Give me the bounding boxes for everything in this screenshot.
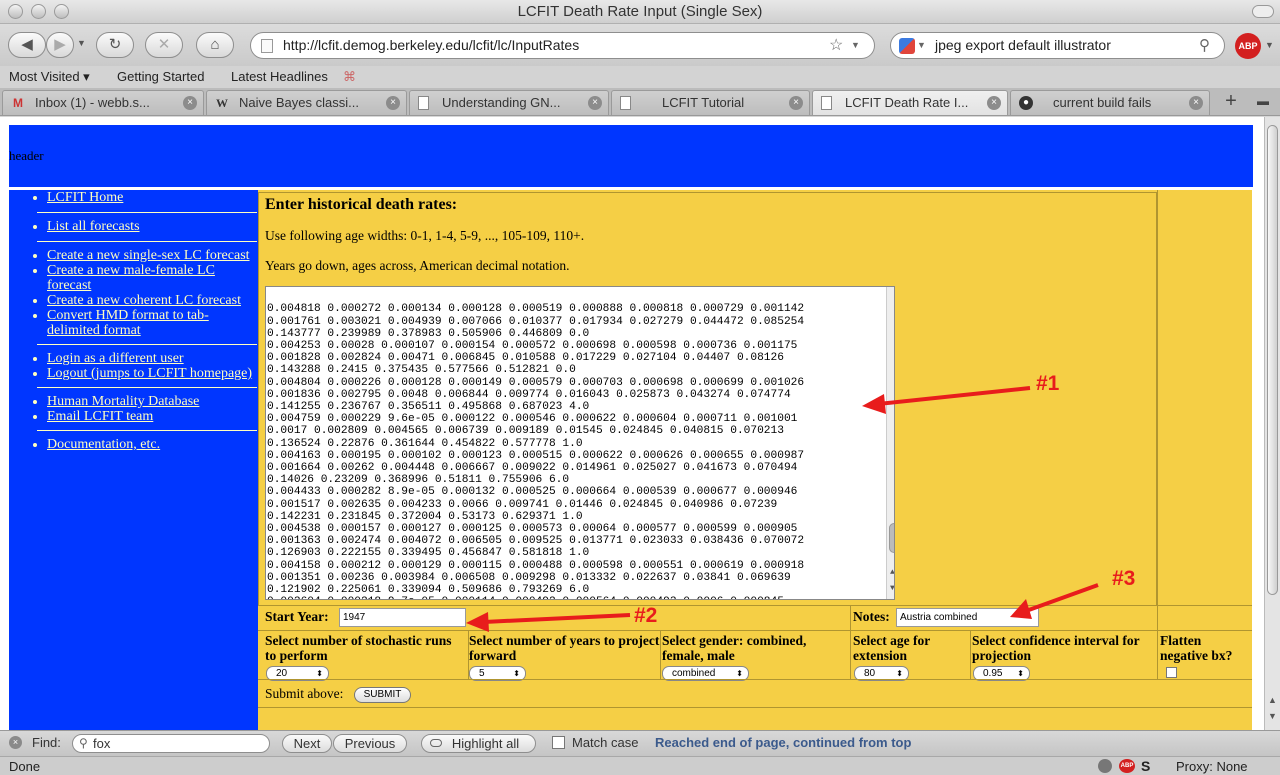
match-case-label: Match case: [572, 735, 639, 750]
find-label: Find:: [32, 735, 61, 750]
bookmark-getting-started[interactable]: Getting Started: [117, 66, 204, 88]
annotation-arrow-2: [466, 612, 631, 632]
stop-button[interactable]: ✕: [145, 32, 183, 58]
close-tab-icon[interactable]: ×: [588, 96, 602, 110]
highlight-all-label: Highlight all: [451, 736, 520, 751]
bookmark-star-icon[interactable]: ☆: [829, 33, 843, 58]
tab-naive-bayes[interactable]: W Naive Bayes classi... ×: [206, 90, 407, 115]
tab-build-fails[interactable]: ● current build fails ×: [1010, 90, 1210, 115]
close-window-button[interactable]: [8, 4, 23, 19]
back-arrow-icon: ◀: [21, 36, 33, 53]
sync-s-icon[interactable]: S: [1141, 757, 1150, 775]
status-bar: Done ABP S Proxy: None: [0, 756, 1280, 775]
close-tab-icon[interactable]: ×: [183, 96, 197, 110]
find-previous-button[interactable]: Previous: [333, 734, 407, 753]
status-text: Done: [9, 759, 41, 774]
tab-label: LCFIT Death Rate I...: [845, 95, 969, 110]
find-input[interactable]: ⚲ fox: [72, 734, 270, 753]
annotation-arrow-3: [1010, 583, 1099, 619]
page-favicon-icon: [261, 39, 273, 53]
adblock-dropdown-icon[interactable]: ▼: [1265, 40, 1274, 50]
page-scrollbar[interactable]: ▲ ▼: [1264, 117, 1280, 730]
annotation-label-2: #2: [634, 604, 658, 627]
search-magnifier-icon[interactable]: ⚲: [1199, 33, 1210, 58]
tab-label: Naive Bayes classi...: [239, 95, 359, 110]
url-bar[interactable]: http://lcfit.demog.berkeley.edu/lcfit/lc…: [250, 32, 875, 59]
window-title-bar: LCFIT Death Rate Input (Single Sex): [0, 0, 1280, 24]
rss-icon: ⌘: [343, 69, 356, 84]
tab-lcfit-tutorial[interactable]: LCFIT Tutorial ×: [611, 90, 810, 115]
navigation-toolbar: ◀ ▶ ▼ ↻ ✕ ⌂ http://lcfit.demog.berkeley.…: [0, 24, 1280, 66]
window-title: LCFIT Death Rate Input (Single Sex): [517, 3, 763, 20]
tab-label: current build fails: [1053, 95, 1152, 110]
page-icon: [620, 96, 631, 110]
stop-icon: ✕: [157, 36, 171, 53]
annotation-arrow-1: [862, 386, 1031, 414]
home-button[interactable]: ⌂: [196, 32, 234, 58]
google-engine-icon[interactable]: [899, 38, 915, 54]
adblock-status-icon[interactable]: ABP: [1119, 759, 1135, 773]
url-text: http://lcfit.demog.berkeley.edu/lcfit/lc…: [283, 37, 580, 53]
close-tab-icon[interactable]: ×: [789, 96, 803, 110]
forward-arrow-icon: ▶: [54, 36, 66, 53]
gmail-icon: M: [13, 96, 23, 110]
find-bar: × Find: ⚲ fox Next Previous Highlight al…: [0, 730, 1280, 756]
reload-button[interactable]: ↻: [96, 32, 134, 58]
highlight-all-button[interactable]: Highlight all: [421, 734, 536, 753]
tab-label: LCFIT Tutorial: [662, 95, 745, 110]
find-magnifier-icon: ⚲: [79, 736, 88, 750]
bookmark-most-visited[interactable]: Most Visited ▾: [9, 66, 90, 88]
close-tab-icon[interactable]: ×: [987, 96, 1001, 110]
home-icon: ⌂: [210, 36, 220, 53]
wikipedia-icon: W: [216, 96, 228, 110]
page-scrollbar-thumb[interactable]: [1267, 125, 1278, 595]
match-case-checkbox[interactable]: [552, 736, 565, 749]
close-tab-icon[interactable]: ×: [386, 96, 400, 110]
close-find-icon[interactable]: ×: [9, 736, 22, 749]
page-viewport: header LCFIT Home List all forecasts Cre…: [0, 117, 1264, 730]
back-button[interactable]: ◀: [8, 32, 46, 58]
forward-button[interactable]: ▶: [46, 32, 74, 58]
tab-list-icon[interactable]: ▬: [1253, 94, 1273, 110]
page-scroll-up-icon[interactable]: ▲: [1268, 695, 1277, 705]
find-status-text: Reached end of page, continued from top: [655, 735, 912, 750]
tab-label: Understanding GN...: [442, 95, 561, 110]
page-icon: [821, 96, 832, 110]
page-icon: [418, 96, 429, 110]
new-tab-button[interactable]: +: [1216, 90, 1246, 114]
tab-lcfit-death-rate[interactable]: LCFIT Death Rate I... ×: [812, 90, 1008, 115]
annotation-label-3: #3: [1112, 567, 1136, 590]
annotation-label-1: #1: [1036, 372, 1060, 395]
addon-icon[interactable]: [1098, 759, 1112, 773]
annotation-arrows: [466, 386, 1099, 632]
page-scroll-down-icon[interactable]: ▼: [1268, 711, 1277, 721]
tab-bar: M Inbox (1) - webb.s... × W Naive Bayes …: [0, 88, 1280, 116]
tab-inbox[interactable]: M Inbox (1) - webb.s... ×: [2, 90, 204, 115]
highlight-icon: [430, 739, 442, 747]
github-icon: ●: [1019, 96, 1033, 110]
history-dropdown-icon[interactable]: ▼: [77, 38, 86, 48]
bookmark-latest-headlines[interactable]: Latest Headlines: [231, 66, 328, 88]
zoom-window-button[interactable]: [54, 4, 69, 19]
search-bar[interactable]: ▼ jpeg export default illustrator ⚲: [890, 32, 1225, 59]
search-query-text: jpeg export default illustrator: [935, 37, 1111, 53]
tab-understanding[interactable]: Understanding GN... ×: [409, 90, 609, 115]
adblock-icon[interactable]: ABP: [1235, 33, 1261, 59]
toolbar-toggle-button[interactable]: [1252, 5, 1274, 18]
reload-icon: ↻: [108, 36, 122, 53]
minimize-window-button[interactable]: [31, 4, 46, 19]
engine-dropdown-icon[interactable]: ▼: [917, 33, 926, 58]
bookmarks-toolbar: Most Visited ▾ Getting Started Latest He…: [0, 66, 1280, 88]
find-next-button[interactable]: Next: [282, 734, 332, 753]
find-query: fox: [93, 736, 111, 751]
tab-label: Inbox (1) - webb.s...: [35, 95, 150, 110]
proxy-status[interactable]: Proxy: None: [1176, 757, 1248, 775]
close-tab-icon[interactable]: ×: [1189, 96, 1203, 110]
url-dropdown-icon[interactable]: ▼: [851, 33, 860, 58]
